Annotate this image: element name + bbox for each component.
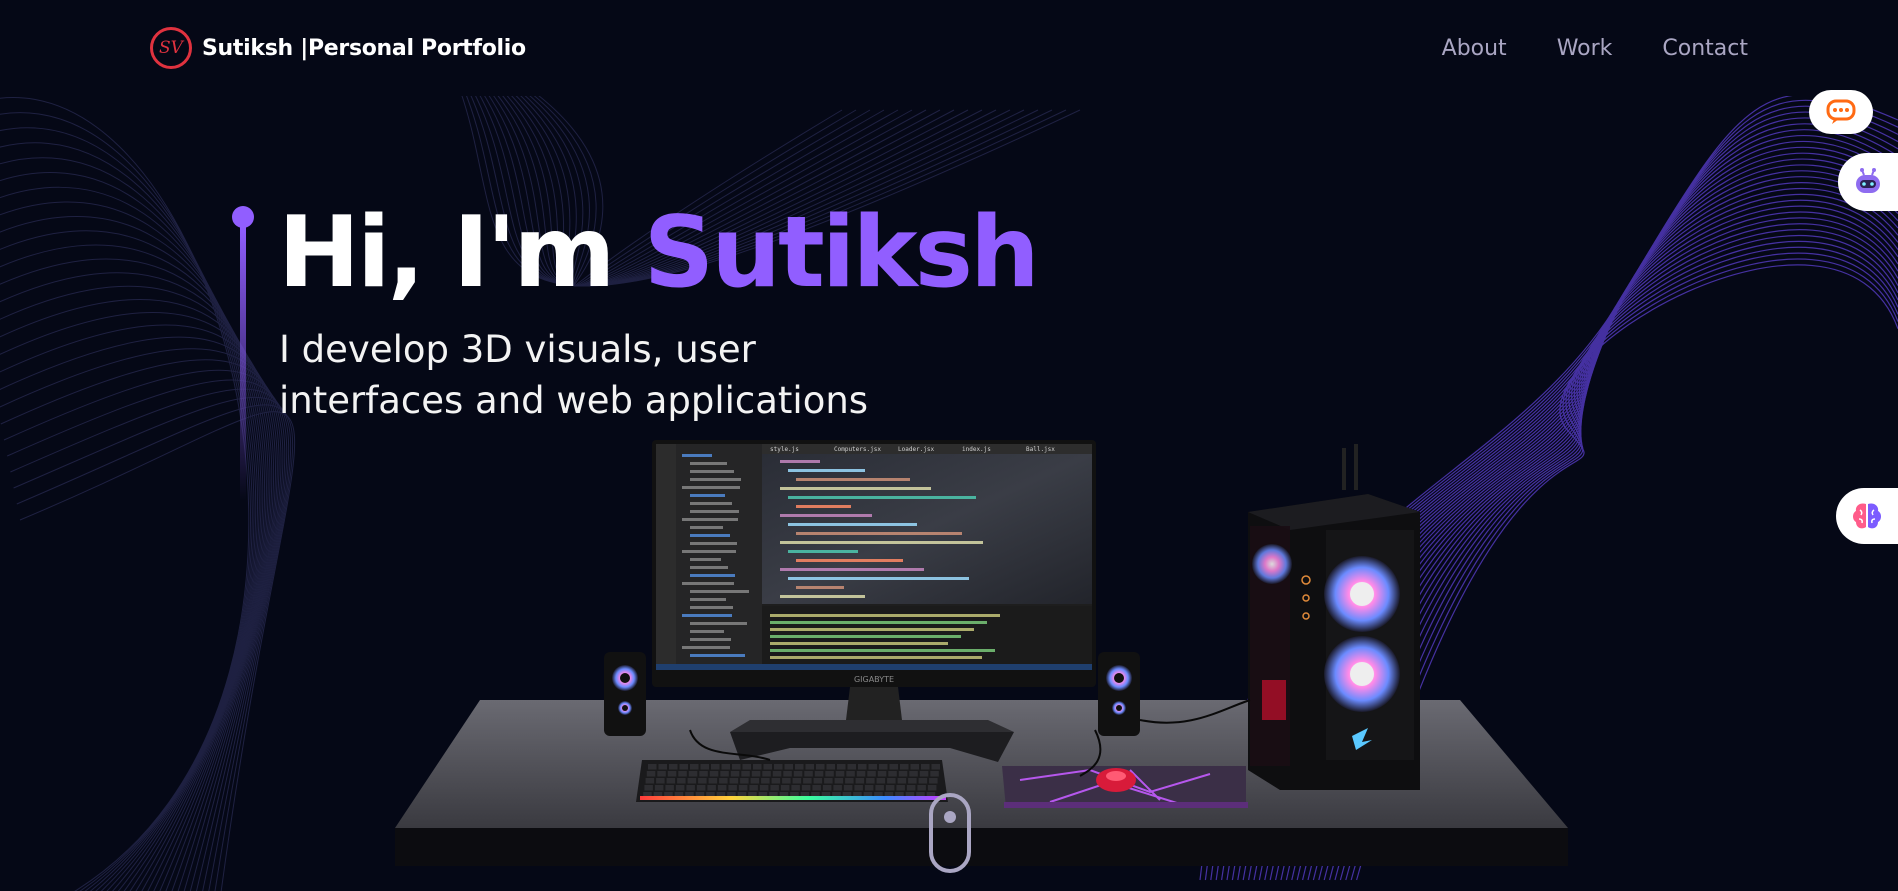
nav-link-contact[interactable]: Contact [1662,36,1748,61]
brand-title: Sutiksh |Personal Portfolio [202,35,526,61]
editor-tab: index.js [962,446,991,453]
nav-link-work[interactable]: Work [1557,36,1613,61]
chat-bubble-icon [1826,99,1856,124]
hero-accent-dot [232,206,254,228]
top-navbar: SV Sutiksh |Personal Portfolio About Wor… [0,0,1898,96]
hero-accent-line [240,226,246,501]
editor-tab: Loader.jsx [898,446,935,453]
editor-tab: style.js [770,446,799,453]
keyboard [636,760,948,802]
desk-setup-3d-scene[interactable]: style.js Computers.jsx Loader.jsx index.js B… [390,430,1580,891]
brand-logo-icon: SV [150,27,192,69]
brand-home-link[interactable]: SV Sutiksh |Personal Portfolio [150,27,526,69]
hero-name: Sutiksh [643,196,1040,310]
scroll-dot [944,811,956,823]
nav-link-about[interactable]: About [1442,36,1507,61]
hero-subtitle-line2: interfaces and web applications [279,379,869,422]
speaker-left [604,652,646,736]
brain-icon [1853,503,1881,529]
ai-brain-button[interactable] [1836,488,1898,544]
scroll-down-indicator[interactable] [929,793,971,873]
hero-subtitle-line1: I develop 3D visuals, user [279,328,756,371]
hero-title: Hi, I'm Sutiksh [278,196,1040,310]
hero-subtitle: I develop 3D visuals, user interfaces an… [279,324,919,426]
editor-tab: Ball.jsx [1026,446,1055,453]
chat-widget-button[interactable] [1809,90,1873,134]
robot-icon [1856,168,1880,193]
editor-tab: Computers.jsx [834,446,881,453]
nav-links: About Work Contact [1442,36,1748,61]
mouse [1096,768,1136,792]
hero-greeting: Hi, I'm [278,196,644,310]
monitor-brand: GIGABYTE [854,675,894,684]
speaker-right [1098,652,1140,736]
pc-tower [1248,444,1420,790]
assistant-bot-button[interactable] [1838,153,1898,211]
